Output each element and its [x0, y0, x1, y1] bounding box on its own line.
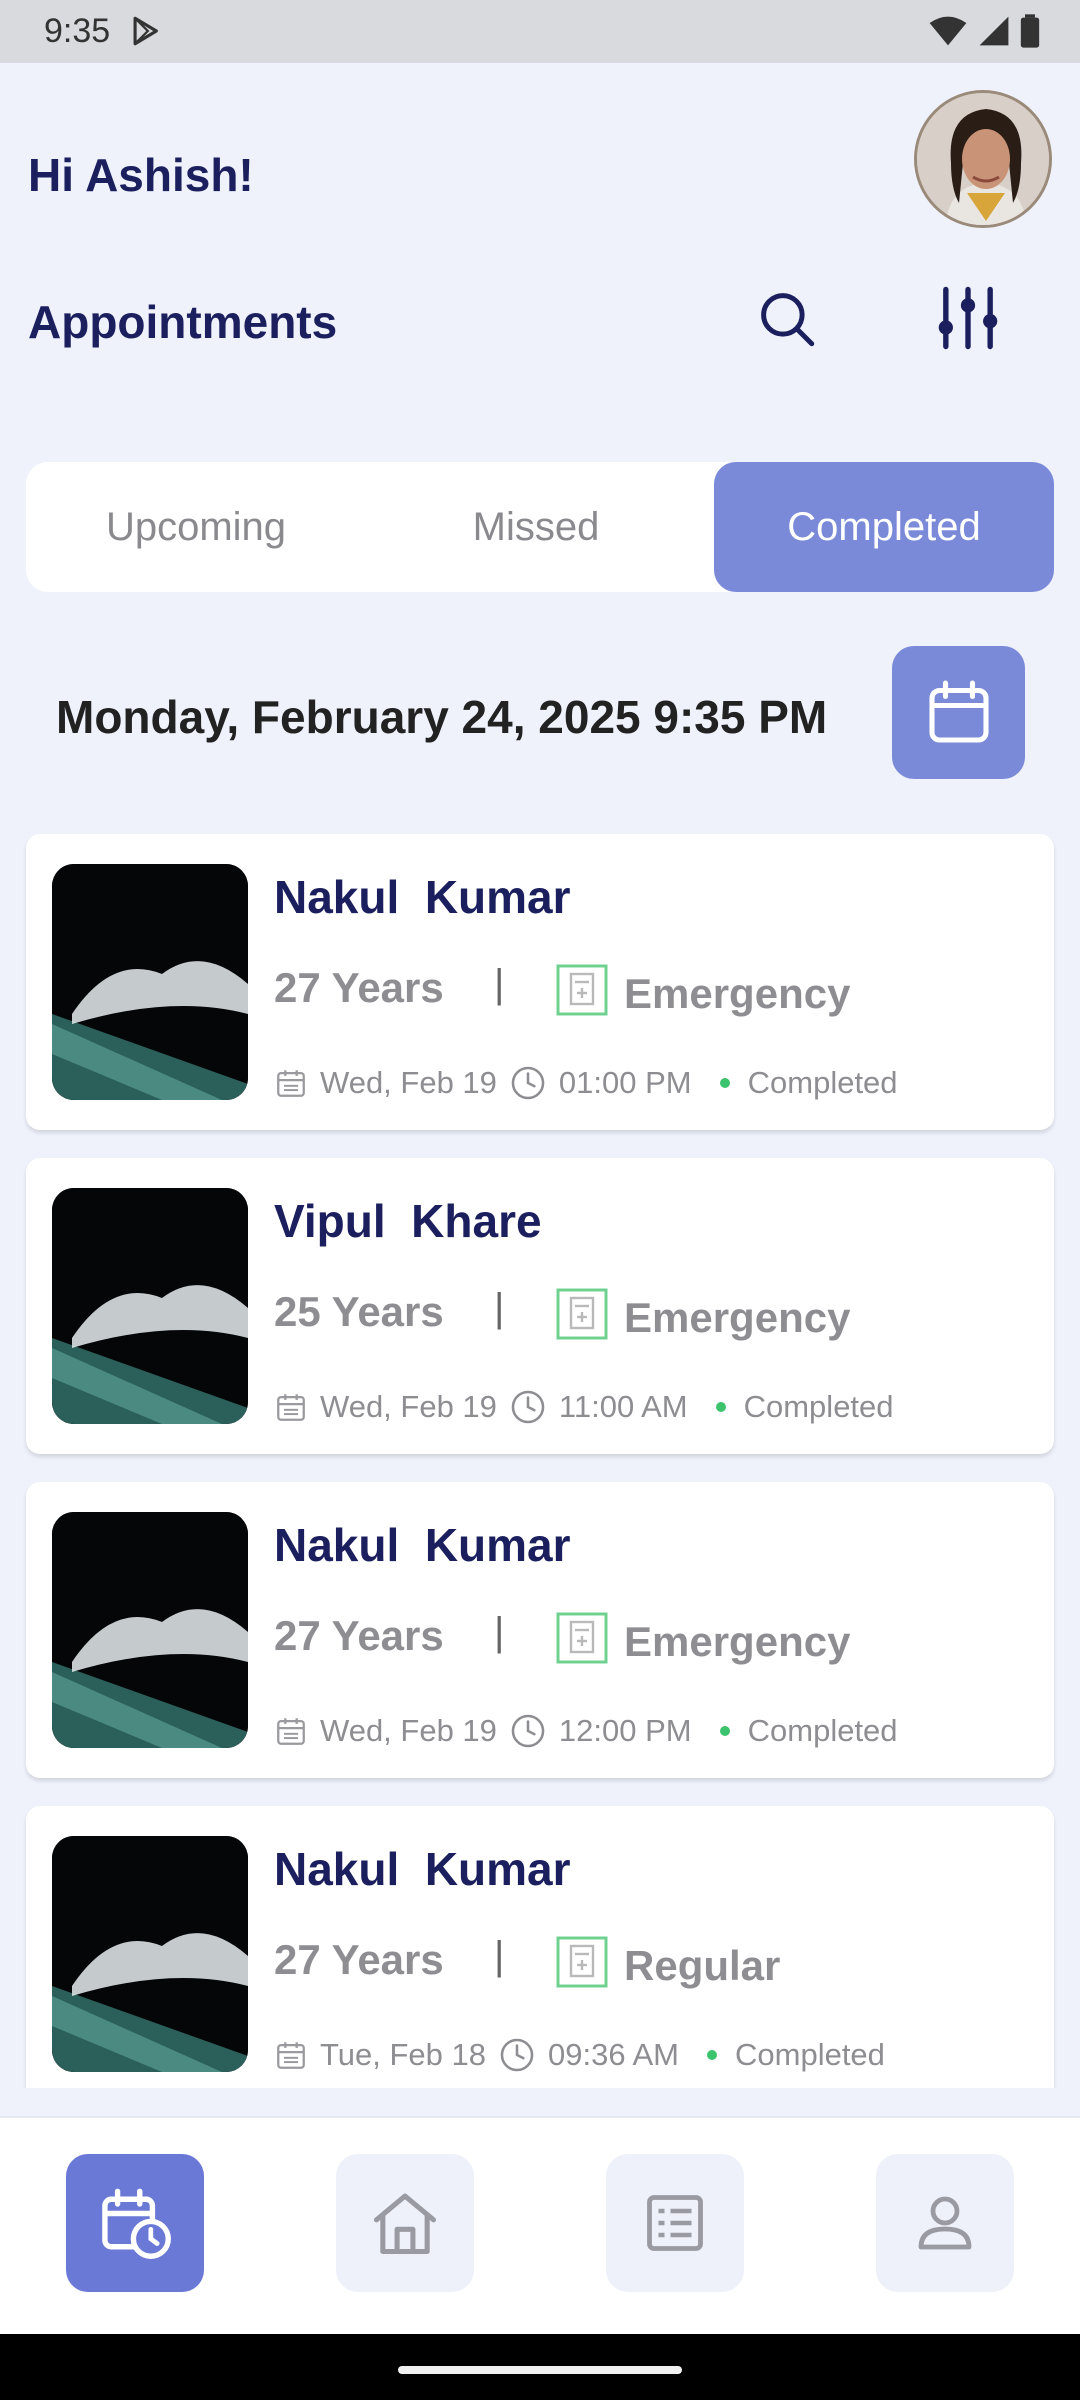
clock-icon: [500, 2038, 534, 2072]
clock-icon: [511, 1066, 545, 1100]
nav-home[interactable]: [336, 2154, 474, 2292]
appointment-type-icon: [556, 1936, 608, 1988]
home-icon: [373, 2193, 437, 2255]
patient-thumbnail: [52, 1512, 248, 1748]
nav-list[interactable]: [606, 2154, 744, 2292]
appointment-type: Regular: [624, 1942, 781, 1989]
appointment-status: Completed: [743, 1389, 894, 1424]
signal-icon: [979, 16, 1009, 46]
appointment-type-icon: [556, 1612, 608, 1664]
nav-profile[interactable]: [876, 2154, 1014, 2292]
status-dot: [707, 2050, 717, 2060]
divider: |: [494, 1286, 505, 1330]
battery-icon: [1020, 14, 1040, 48]
calendar-clock-icon: [102, 2188, 171, 2259]
status-time: 9:35: [44, 12, 111, 50]
filter-sliders-icon[interactable]: [930, 280, 1006, 356]
status-dot: [719, 1078, 730, 1088]
patient-name: Vipul Khare: [274, 1195, 542, 1247]
divider: |: [494, 1934, 505, 1978]
appointment-list[interactable]: Nakul Kumar 27 Years | Emergency Wed, Fe…: [0, 834, 1080, 2088]
appointment-date: Wed, Feb 19: [320, 1713, 497, 1748]
appointment-meta: Wed, Feb 19 11:00 AM Completed: [274, 1388, 894, 1426]
patient-name: Nakul Kumar: [274, 871, 571, 923]
appointments-title: Appointments: [28, 296, 338, 348]
appointment-status: Completed: [747, 1713, 898, 1748]
appointment-status: Completed: [735, 2037, 885, 2072]
status-icons: [928, 14, 1040, 48]
patient-age: 25 Years: [274, 1288, 444, 1335]
appointment-type: Emergency: [624, 970, 851, 1017]
appointment-time: 12:00 PM: [558, 1713, 692, 1748]
avatar-image: [917, 93, 1049, 225]
bottom-navigation: [0, 2116, 1080, 2334]
patient-thumbnail: [52, 1836, 248, 2072]
appointment-card[interactable]: Vipul Khare 25 Years | Emergency Wed, Fe…: [26, 1158, 1054, 1454]
appointment-type: Emergency: [624, 1294, 851, 1341]
appointment-time: 09:36 AM: [548, 2037, 679, 2072]
status-dot: [715, 1402, 726, 1412]
calendar-icon: [928, 679, 989, 743]
wifi-icon: [929, 16, 967, 46]
greeting-text: Hi Ashish!: [28, 149, 254, 201]
appointment-type: Emergency: [624, 1618, 851, 1665]
calendar-small-icon: [277, 2042, 305, 2069]
calendar-small-icon: [277, 1718, 305, 1745]
divider: |: [494, 962, 505, 1006]
search-icon[interactable]: [754, 286, 820, 352]
status-dot: [719, 1726, 730, 1736]
patient-age: 27 Years: [274, 964, 444, 1011]
tab-completed[interactable]: Completed: [714, 462, 1054, 592]
tab-missed[interactable]: Missed: [366, 462, 706, 592]
appointment-meta: Tue, Feb 18 09:36 AM Completed: [274, 2036, 885, 2074]
patient-age: 27 Years: [274, 1936, 444, 1983]
patient-thumbnail: [52, 864, 248, 1100]
appointment-tabs: Upcoming Missed Completed: [26, 462, 1054, 592]
appointment-meta: Wed, Feb 19 12:00 PM Completed: [274, 1712, 898, 1750]
patient-age: 27 Years: [274, 1612, 444, 1659]
home-gesture-handle[interactable]: [398, 2366, 682, 2374]
appointment-meta: Wed, Feb 19 01:00 PM Completed: [274, 1064, 898, 1102]
appointment-time: 11:00 AM: [558, 1389, 688, 1424]
divider: |: [494, 1610, 505, 1654]
appointment-card[interactable]: Nakul Kumar 27 Years | Emergency Wed, Fe…: [26, 834, 1054, 1130]
patient-name: Nakul Kumar: [274, 1519, 571, 1571]
system-gesture-bar: [0, 2334, 1080, 2400]
nav-appointments[interactable]: [66, 2154, 204, 2292]
list-icon: [647, 2195, 703, 2251]
clock-icon: [511, 1390, 545, 1424]
play-store-icon: [133, 16, 158, 46]
appointment-date: Wed, Feb 19: [320, 1065, 497, 1100]
avatar[interactable]: [914, 90, 1052, 228]
appointment-card[interactable]: Nakul Kumar 27 Years | Regular Tue, Feb …: [26, 1806, 1054, 2088]
appointment-type-icon: [556, 964, 608, 1016]
appointment-date: Wed, Feb 19: [320, 1389, 497, 1424]
clock-icon: [511, 1714, 545, 1748]
appointment-date: Tue, Feb 18: [320, 2037, 487, 2072]
status-bar: 9:35: [0, 0, 1080, 63]
appointment-card[interactable]: Nakul Kumar 27 Years | Emergency Wed, Fe…: [26, 1482, 1054, 1778]
calendar-small-icon: [277, 1394, 305, 1421]
calendar-small-icon: [277, 1070, 305, 1097]
tab-upcoming[interactable]: Upcoming: [26, 462, 366, 592]
current-datetime: Monday, February 24, 2025 9:35 PM: [56, 691, 828, 743]
profile-icon: [918, 2196, 972, 2250]
appointment-type-icon: [556, 1288, 608, 1340]
patient-thumbnail: [52, 1188, 248, 1424]
patient-name: Nakul Kumar: [274, 1843, 571, 1895]
appointment-status: Completed: [747, 1065, 898, 1100]
appointment-time: 01:00 PM: [558, 1065, 692, 1100]
calendar-button[interactable]: [892, 646, 1025, 779]
